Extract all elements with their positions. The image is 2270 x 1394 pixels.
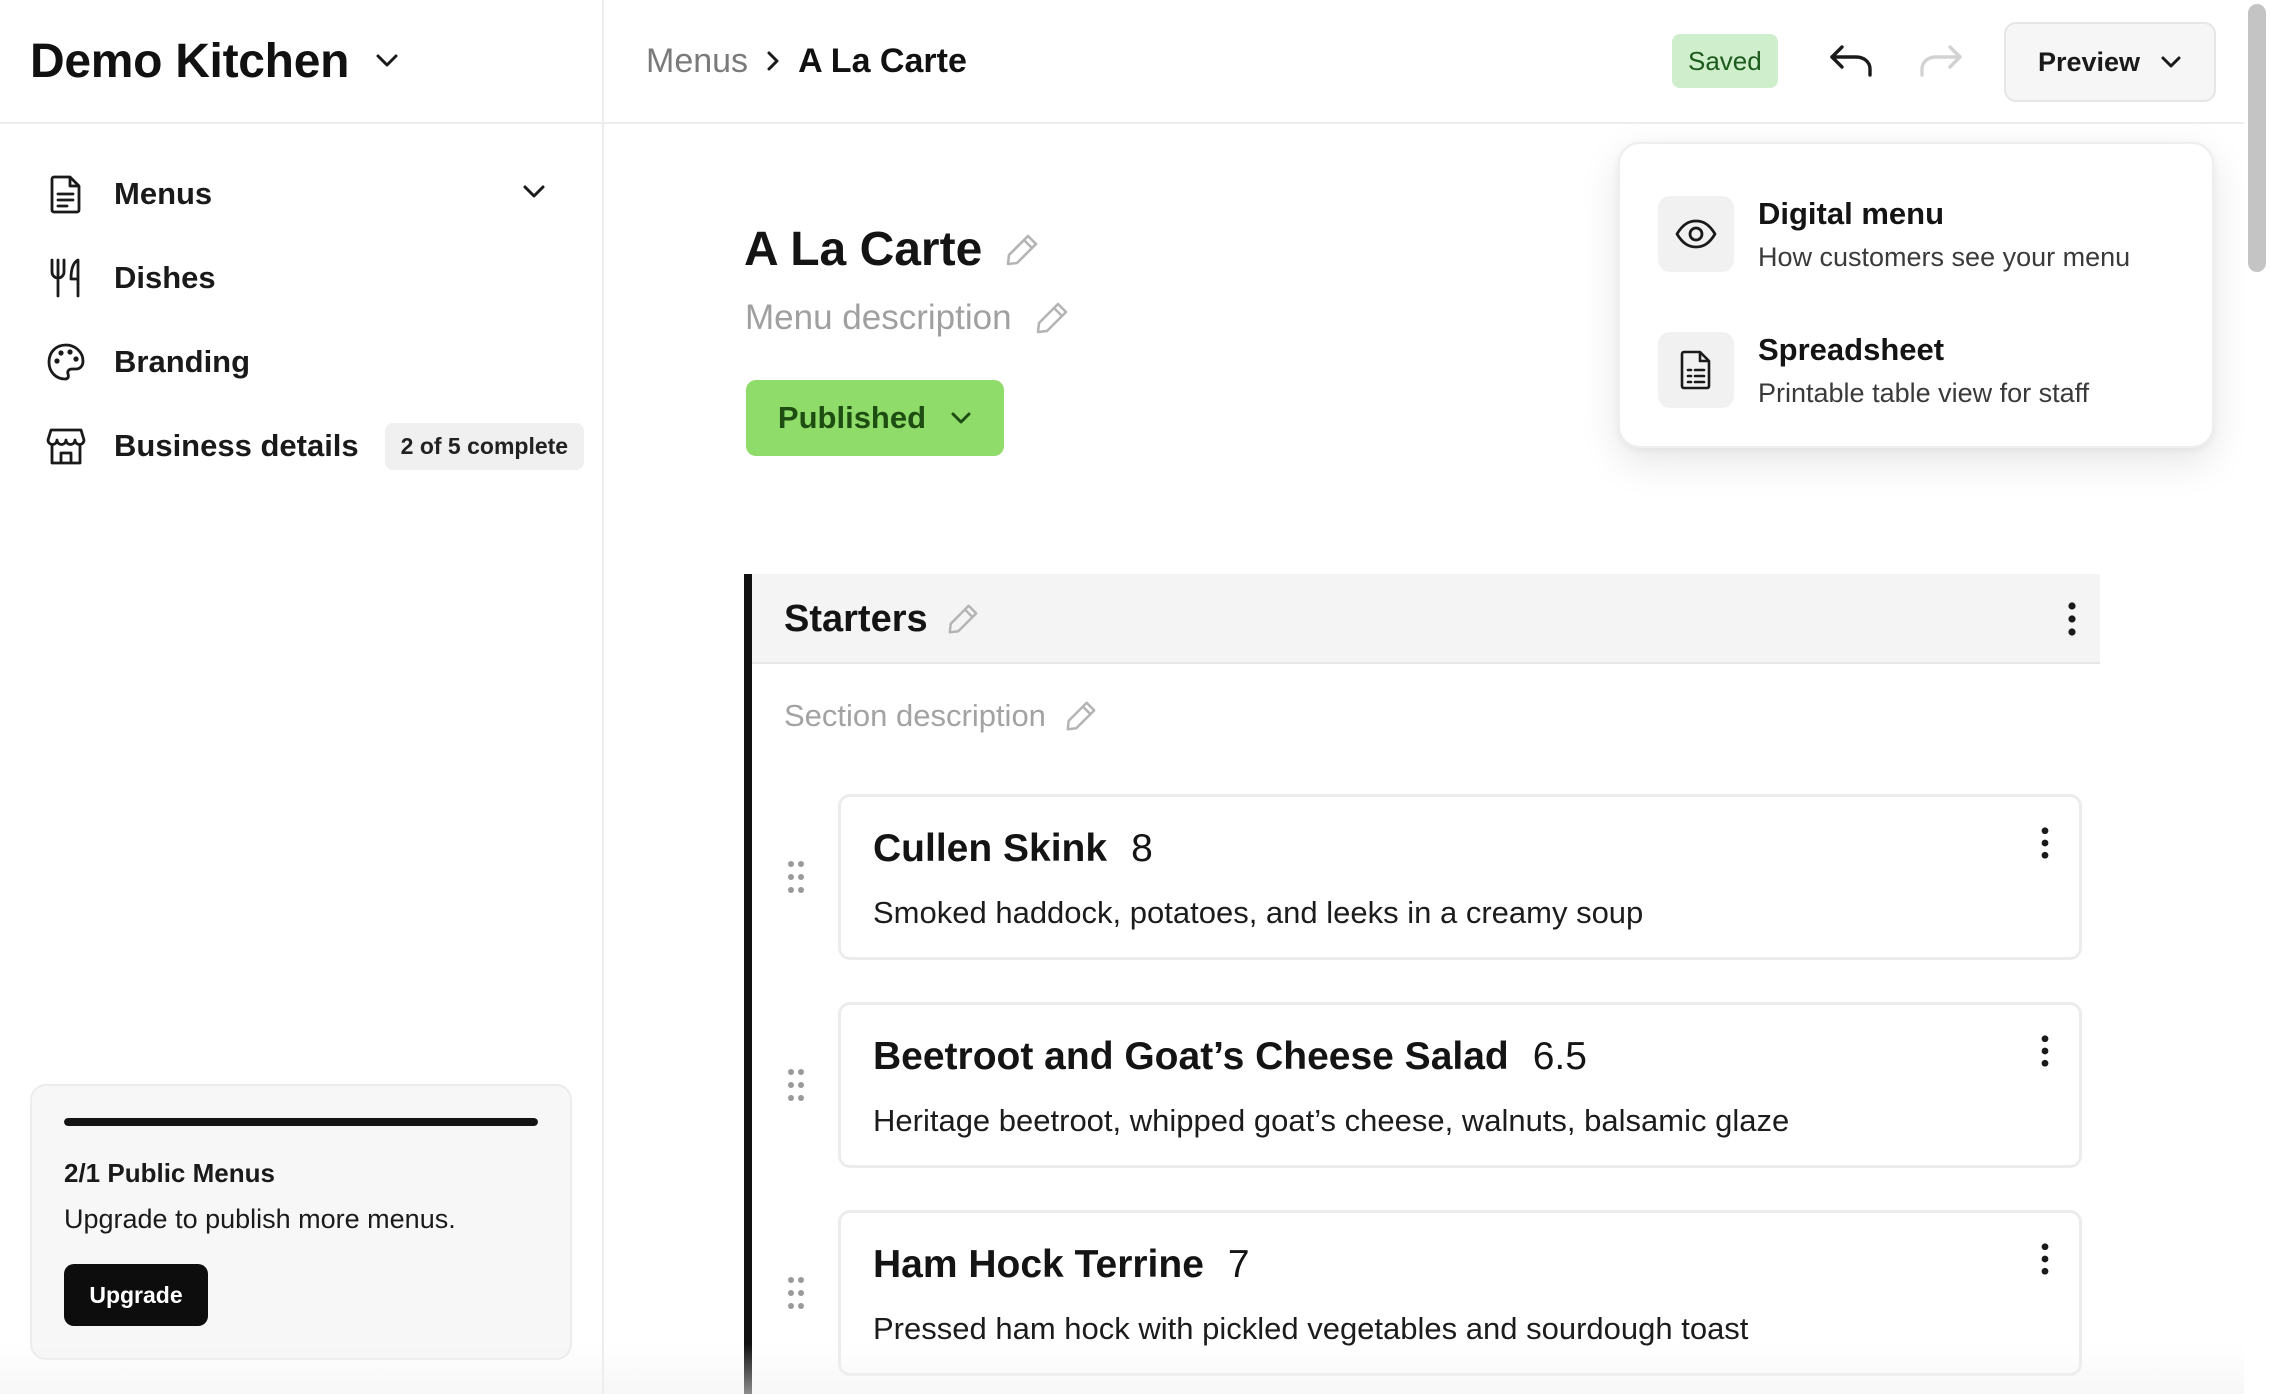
preview-option-title: Spreadsheet [1758,332,1945,367]
section-accent-bar [744,574,752,1394]
dish-name: Cullen Skink [873,827,1108,870]
dish-card[interactable]: Beetroot and Goat’s Cheese Salad 6.5 Her… [838,1002,2082,1168]
top-bar: Menus A La Carte Saved Preview [604,0,2244,124]
preview-option-subtitle: How customers see your menu [1758,242,2131,272]
redo-button[interactable] [1916,38,1966,84]
menu-description-row: Menu description [745,298,1070,338]
completion-badge: 2 of 5 complete [384,422,585,470]
dish-header: Cullen Skink 8 [873,827,1153,871]
breadcrumb-menus-link[interactable]: Menus [646,42,748,81]
menu-description-placeholder[interactable]: Menu description [745,298,1012,338]
sidebar-item-dishes[interactable]: Dishes [44,248,216,308]
sidebar-item-label: Dishes [114,260,216,295]
upgrade-button[interactable]: Upgrade [64,1264,208,1326]
publish-status-dropdown[interactable]: Published [746,380,1004,456]
preview-option-digital-menu[interactable]: Digital menu How customers see your menu [1658,188,2178,284]
breadcrumb-current: A La Carte [798,41,967,80]
section-description-placeholder[interactable]: Section description [784,698,1046,734]
eye-icon [1658,196,1734,272]
plan-usage-card: 2/1 Public Menus Upgrade to publish more… [30,1084,572,1360]
app: Demo Kitchen Menus Dishes Branding Busin… [0,0,2270,1394]
dish-description: Smoked haddock, potatoes, and leeks in a… [873,895,1644,930]
menu-title[interactable]: A La Carte [744,222,982,277]
pencil-icon[interactable] [1064,699,1098,733]
section-header: Starters [752,574,2100,664]
kebab-icon [2041,827,2049,859]
redo-icon [1920,45,1962,77]
dish-price: 8 [1131,827,1153,870]
dish-description: Pressed ham hock with pickled vegetables… [873,1311,1749,1346]
workspace-name: Demo Kitchen [30,34,350,88]
document-icon [44,172,88,216]
sidebar-item-label: Business details [114,428,359,463]
dish-more-button[interactable] [2027,1237,2063,1281]
plan-usage-bar-fill [64,1118,538,1126]
kebab-icon [2041,1243,2049,1275]
sidebar: Demo Kitchen Menus Dishes Branding Busin… [0,0,604,1394]
dish-item: Ham Hock Terrine 7 Pressed ham hock with… [780,1210,2084,1376]
dish-card[interactable]: Cullen Skink 8 Smoked haddock, potatoes,… [838,794,2082,960]
dish-item: Cullen Skink 8 Smoked haddock, potatoes,… [780,794,2084,960]
drag-handle-icon[interactable] [780,850,812,904]
drag-handle-icon[interactable] [780,1058,812,1112]
pencil-icon[interactable] [1034,300,1070,336]
dish-name: Beetroot and Goat’s Cheese Salad [873,1035,1509,1078]
chevron-down-icon [2160,55,2182,69]
palette-icon [44,340,88,384]
dish-header: Beetroot and Goat’s Cheese Salad 6.5 [873,1035,1587,1079]
kebab-icon [2068,602,2076,636]
preview-option-spreadsheet[interactable]: Spreadsheet Printable table view for sta… [1658,324,2178,420]
publish-status-label: Published [777,400,927,435]
spreadsheet-icon [1658,332,1734,408]
sidebar-item-label: Menus [114,176,213,211]
drag-handle-icon[interactable] [780,1266,812,1320]
preview-label: Preview [2037,46,2141,77]
undo-icon [1830,45,1872,77]
scrollbar-thumb[interactable] [2248,4,2266,272]
chevron-down-icon [950,411,972,425]
sidebar-item-business-details[interactable]: Business details 2 of 5 complete [44,416,585,476]
dish-more-button[interactable] [2027,821,2063,865]
preview-dropdown-menu: Digital menu How customers see your menu… [1618,142,2214,448]
menu-title-row: A La Carte [744,222,1040,277]
dish-price: 6.5 [1532,1035,1587,1078]
dish-description: Heritage beetroot, whipped goat’s cheese… [873,1103,1790,1138]
breadcrumb: Menus A La Carte [646,0,967,122]
dish-card[interactable]: Ham Hock Terrine 7 Pressed ham hock with… [838,1210,2082,1376]
undo-button[interactable] [1826,38,1876,84]
dish-more-button[interactable] [2027,1029,2063,1073]
kebab-icon [2041,1035,2049,1067]
preview-option-subtitle: Printable table view for staff [1758,378,2090,408]
pencil-icon[interactable] [946,602,980,636]
plan-title: 2/1 Public Menus [64,1158,275,1188]
plan-usage-bar [64,1118,538,1126]
plan-description: Upgrade to publish more menus. [64,1204,456,1234]
chevron-right-icon [766,50,780,72]
storefront-icon [44,424,88,468]
dish-header: Ham Hock Terrine 7 [873,1243,1250,1287]
section-more-button[interactable] [2052,596,2092,642]
saved-status-badge: Saved [1672,34,1778,88]
dish-name: Ham Hock Terrine [873,1243,1204,1286]
dish-price: 7 [1227,1243,1250,1286]
chevron-down-icon[interactable] [522,184,546,200]
preview-option-title: Digital menu [1758,196,1945,231]
section-title-row: Starters [784,574,980,664]
chevron-down-icon [375,53,399,69]
sidebar-item-label: Branding [114,344,251,379]
utensils-icon [44,256,88,300]
sidebar-item-branding[interactable]: Branding [44,332,250,392]
section-description-row: Section description [784,698,1098,734]
workspace-switcher[interactable]: Demo Kitchen [0,0,602,124]
sidebar-item-menus[interactable]: Menus [44,164,564,224]
section-title[interactable]: Starters [784,598,928,641]
preview-dropdown-button[interactable]: Preview [2004,22,2216,102]
pencil-icon[interactable] [1004,232,1040,268]
dish-item: Beetroot and Goat’s Cheese Salad 6.5 Her… [780,1002,2084,1168]
